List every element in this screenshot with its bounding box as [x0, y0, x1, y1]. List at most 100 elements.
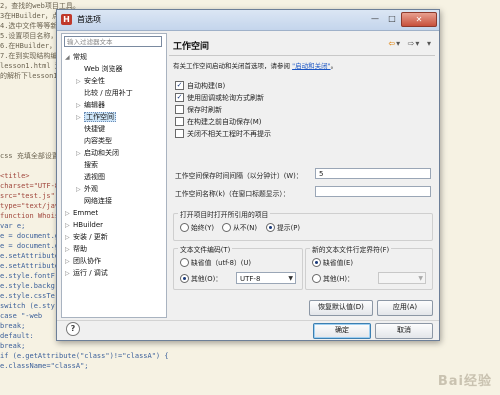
delimiter-default-radio[interactable]: 缺省值(E) — [312, 257, 353, 268]
tree-item-label: 网络连接 — [84, 197, 112, 205]
collapsed-arrow-icon[interactable]: ▷ — [76, 101, 84, 111]
view-menu-icon[interactable]: ▾ — [427, 39, 431, 48]
ok-button[interactable]: 确定 — [313, 323, 371, 339]
minimize-button[interactable]: — — [367, 12, 383, 25]
open-projects-radio[interactable]: 从不(N) — [222, 222, 257, 233]
workspace-name-label: 工作空间名称(k)（在窗口标题显示）： — [175, 190, 290, 198]
collapsed-arrow-icon[interactable]: ▷ — [65, 269, 73, 279]
tree-item[interactable]: 内容类型 — [76, 136, 112, 146]
open-projects-radio[interactable]: 始终(Y) — [180, 222, 214, 233]
workspace-page: 工作空间 ⇦▾ ⇨▾ ▾ 有关工作空间启动和关闭首选项，请参阅 "启动和关闭"。… — [169, 33, 435, 316]
close-button[interactable]: ✕ — [401, 12, 437, 27]
tree-item-label: 团队协作 — [73, 257, 101, 265]
open-referenced-projects-title: 打开项目时打开所引用的项目 — [178, 209, 271, 219]
collapsed-arrow-icon[interactable]: ▷ — [76, 185, 84, 195]
cancel-button[interactable]: 取消 — [375, 323, 433, 339]
tree-item[interactable]: 比较 / 应用补丁 — [76, 88, 133, 98]
tree-item-label: HBuilder — [73, 221, 104, 229]
tree-item-label: Web 浏览器 — [84, 65, 123, 73]
collapsed-arrow-icon[interactable]: ▷ — [76, 113, 84, 123]
code-line: css 充填全部设置 — [0, 152, 59, 160]
dialog-title: 首选项 — [77, 15, 101, 24]
code-line: e.setAttribute — [0, 262, 60, 270]
tree-item-label: 比较 / 应用补丁 — [84, 89, 133, 97]
code-line: switch (e.sty — [0, 302, 55, 310]
encoding-select[interactable]: UTF-8 ▼ — [236, 272, 296, 284]
tree-item[interactable]: ▷ HBuilder — [65, 220, 103, 230]
tree-item-label: 编辑器 — [84, 101, 105, 109]
checkbox-unchecked-icon — [175, 116, 184, 126]
open-referenced-projects-group: 打开项目时打开所引用的项目 始终(Y) 从不(N) 提示(P) — [173, 209, 433, 241]
tree-item-label: 外观 — [84, 185, 98, 193]
collapsed-arrow-icon[interactable]: ▷ — [65, 209, 73, 219]
collapsed-arrow-icon[interactable]: ▷ — [65, 257, 73, 267]
tree-item[interactable]: 搜索 — [76, 160, 98, 170]
forward-menu-icon[interactable]: ▾ — [415, 39, 419, 48]
apply-button[interactable]: 应用(A) — [377, 300, 433, 316]
setting-checkbox[interactable]: 关闭不相关工程时不再提示 — [175, 128, 271, 140]
tree-item[interactable]: Web 浏览器 — [76, 64, 123, 74]
tree-item[interactable]: ▷ 编辑器 — [76, 100, 105, 110]
setting-checkbox[interactable]: 保存时刷新 — [175, 104, 222, 116]
page-nav: ⇦▾ ⇨▾ ▾ — [383, 39, 431, 48]
encoding-default-radio[interactable]: 缺省值（utf-8）(U) — [180, 257, 251, 268]
tree-item[interactable]: ▷ 启动和关闭 — [76, 148, 119, 158]
checkbox-unchecked-icon — [175, 128, 184, 138]
back-arrow-icon[interactable]: ⇦ — [388, 39, 395, 48]
checkbox-label: 使用固调或轮询方式刷新 — [187, 94, 264, 102]
radio-unselected-icon — [222, 222, 231, 232]
setting-checkbox[interactable]: ✓ 使用固调或轮询方式刷新 — [175, 92, 264, 104]
save-interval-label: 工作空间保存时间间隔（以分钟计）(W)： — [175, 172, 303, 180]
radio-selected-icon — [266, 222, 275, 232]
radio-unselected-icon — [180, 222, 189, 232]
back-menu-icon[interactable]: ▾ — [396, 39, 400, 48]
checkbox-label: 在构建之前自动保存(M) — [187, 118, 262, 126]
collapsed-arrow-icon[interactable]: ▷ — [65, 221, 73, 231]
tree-item[interactable]: ▷ 安装 / 更新 — [65, 232, 108, 242]
restore-defaults-button[interactable]: 恢复默认值(D) — [309, 300, 373, 316]
checkbox-label: 自动构建(B) — [187, 82, 226, 90]
page-description: 有关工作空间启动和关闭首选项，请参阅 "启动和关闭"。 — [173, 60, 337, 70]
tree-item[interactable]: ▷ 安全性 — [76, 76, 105, 86]
tree-item[interactable]: ◢ 常规 — [65, 52, 87, 62]
collapsed-arrow-icon[interactable]: ▷ — [65, 245, 73, 255]
tree-item[interactable]: ▷ 外观 — [76, 184, 98, 194]
tree-item[interactable]: ▷ 帮助 — [65, 244, 87, 254]
tree-item[interactable]: ▷ Emmet — [65, 208, 98, 218]
delimiter-other-radio[interactable]: 其他(H)： — [312, 273, 354, 284]
collapsed-arrow-icon[interactable]: ▷ — [76, 149, 84, 159]
setting-checkbox[interactable]: 在构建之前自动保存(M) — [175, 116, 262, 128]
workspace-name-field[interactable] — [315, 186, 431, 197]
tree-item-label: 内容类型 — [84, 137, 112, 145]
save-interval-field[interactable]: 5 — [315, 168, 431, 179]
startup-shutdown-link[interactable]: "启动和关闭" — [292, 62, 330, 70]
code-line: <title> — [0, 172, 30, 180]
tree-item[interactable]: 透视图 — [76, 172, 105, 182]
tree-item-label: 帮助 — [73, 245, 87, 253]
filter-input[interactable]: 输入过滤器文本 — [64, 36, 162, 47]
tree-item[interactable]: 网络连接 — [76, 196, 112, 206]
code-line: e.className="classA"; — [0, 362, 89, 370]
tree-item-label: Emmet — [73, 209, 99, 217]
collapsed-arrow-icon[interactable]: ▷ — [65, 233, 73, 243]
tree-item-label: 启动和关闭 — [84, 149, 119, 157]
tree-item-label: 搜索 — [84, 161, 98, 169]
tree-item-label: 常规 — [73, 53, 87, 61]
help-icon[interactable]: ? — [66, 322, 80, 336]
setting-checkbox[interactable]: ✓ 自动构建(B) — [175, 80, 226, 92]
tree-item-label: 安全性 — [84, 77, 105, 85]
collapsed-arrow-icon[interactable]: ▷ — [76, 77, 84, 87]
open-projects-radio[interactable]: 提示(P) — [266, 222, 300, 233]
tree-item[interactable]: 快捷键 — [76, 124, 105, 134]
encoding-other-radio[interactable]: 其他(O)： — [180, 273, 222, 284]
code-line: e.setAttribute — [0, 252, 60, 260]
tree-item[interactable]: ▷ 团队协作 — [65, 256, 101, 266]
tree-item[interactable]: ▷ 运行 / 调试 — [65, 268, 108, 278]
radio-label: 提示(P) — [277, 224, 300, 232]
dialog-titlebar[interactable]: H 首选项 — □ ✕ — [57, 10, 439, 31]
expanded-arrow-icon[interactable]: ◢ — [65, 53, 73, 63]
maximize-button[interactable]: □ — [384, 12, 400, 25]
tree-item[interactable]: ▷ 工作空间 — [76, 112, 116, 122]
forward-arrow-icon[interactable]: ⇨ — [408, 39, 415, 48]
encoding-select-value: UTF-8 — [240, 275, 261, 283]
